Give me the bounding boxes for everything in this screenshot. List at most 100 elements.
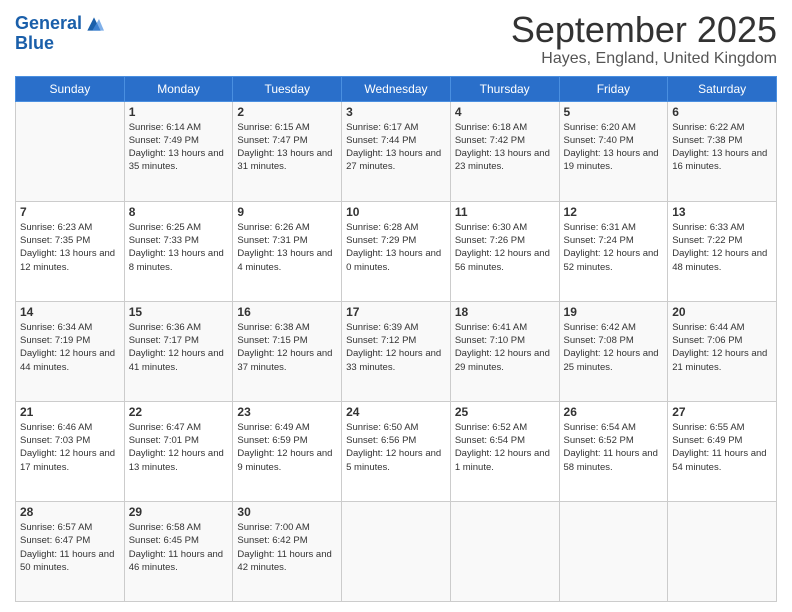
weekday-header-friday: Friday — [559, 76, 668, 101]
day-number: 11 — [455, 205, 555, 219]
week-row-1: 7Sunrise: 6:23 AMSunset: 7:35 PMDaylight… — [16, 201, 777, 301]
cell-info: Sunrise: 6:55 AMSunset: 6:49 PMDaylight:… — [672, 421, 772, 474]
week-row-4: 28Sunrise: 6:57 AMSunset: 6:47 PMDayligh… — [16, 501, 777, 601]
calendar-cell: 15Sunrise: 6:36 AMSunset: 7:17 PMDayligh… — [124, 301, 233, 401]
sunset-text: Sunset: 6:47 PM — [20, 535, 90, 546]
daylight-text: Daylight: 13 hours and 12 minutes. — [20, 248, 115, 272]
sunrise-text: Sunrise: 6:54 AM — [564, 422, 636, 433]
sunset-text: Sunset: 6:42 PM — [237, 535, 307, 546]
calendar-cell: 1Sunrise: 6:14 AMSunset: 7:49 PMDaylight… — [124, 101, 233, 201]
sunset-text: Sunset: 6:59 PM — [237, 435, 307, 446]
sunset-text: Sunset: 7:33 PM — [129, 235, 199, 246]
day-number: 23 — [237, 405, 337, 419]
cell-info: Sunrise: 6:54 AMSunset: 6:52 PMDaylight:… — [564, 421, 664, 474]
cell-info: Sunrise: 6:23 AMSunset: 7:35 PMDaylight:… — [20, 221, 120, 274]
sunset-text: Sunset: 7:31 PM — [237, 235, 307, 246]
title-area: September 2025 Hayes, England, United Ki… — [511, 10, 777, 68]
cell-info: Sunrise: 7:00 AMSunset: 6:42 PMDaylight:… — [237, 521, 337, 574]
header: General Blue September 2025 Hayes, Engla… — [15, 10, 777, 68]
daylight-text: Daylight: 11 hours and 50 minutes. — [20, 549, 114, 573]
sunrise-text: Sunrise: 6:22 AM — [672, 122, 744, 133]
day-number: 10 — [346, 205, 446, 219]
calendar-cell: 9Sunrise: 6:26 AMSunset: 7:31 PMDaylight… — [233, 201, 342, 301]
calendar-cell — [16, 101, 125, 201]
sunset-text: Sunset: 7:10 PM — [455, 335, 525, 346]
calendar-cell: 12Sunrise: 6:31 AMSunset: 7:24 PMDayligh… — [559, 201, 668, 301]
day-number: 30 — [237, 505, 337, 519]
day-number: 18 — [455, 305, 555, 319]
sunset-text: Sunset: 6:56 PM — [346, 435, 416, 446]
daylight-text: Daylight: 12 hours and 25 minutes. — [564, 348, 659, 372]
cell-info: Sunrise: 6:26 AMSunset: 7:31 PMDaylight:… — [237, 221, 337, 274]
daylight-text: Daylight: 13 hours and 19 minutes. — [564, 148, 659, 172]
weekday-header-row: SundayMondayTuesdayWednesdayThursdayFrid… — [16, 76, 777, 101]
sunset-text: Sunset: 7:19 PM — [20, 335, 90, 346]
calendar-cell: 17Sunrise: 6:39 AMSunset: 7:12 PMDayligh… — [342, 301, 451, 401]
daylight-text: Daylight: 13 hours and 16 minutes. — [672, 148, 767, 172]
calendar-cell: 14Sunrise: 6:34 AMSunset: 7:19 PMDayligh… — [16, 301, 125, 401]
week-row-0: 1Sunrise: 6:14 AMSunset: 7:49 PMDaylight… — [16, 101, 777, 201]
sunrise-text: Sunrise: 6:50 AM — [346, 422, 418, 433]
daylight-text: Daylight: 12 hours and 5 minutes. — [346, 448, 441, 472]
logo-line2: Blue — [15, 34, 104, 54]
cell-info: Sunrise: 6:14 AMSunset: 7:49 PMDaylight:… — [129, 121, 229, 174]
sunset-text: Sunset: 7:12 PM — [346, 335, 416, 346]
day-number: 8 — [129, 205, 229, 219]
daylight-text: Daylight: 13 hours and 31 minutes. — [237, 148, 332, 172]
sunset-text: Sunset: 7:01 PM — [129, 435, 199, 446]
sunrise-text: Sunrise: 6:44 AM — [672, 322, 744, 333]
daylight-text: Daylight: 11 hours and 46 minutes. — [129, 549, 223, 573]
sunrise-text: Sunrise: 6:14 AM — [129, 122, 201, 133]
calendar-cell: 20Sunrise: 6:44 AMSunset: 7:06 PMDayligh… — [668, 301, 777, 401]
sunset-text: Sunset: 7:17 PM — [129, 335, 199, 346]
logo-line1: General — [15, 13, 82, 33]
daylight-text: Daylight: 13 hours and 4 minutes. — [237, 248, 332, 272]
sunrise-text: Sunrise: 6:39 AM — [346, 322, 418, 333]
day-number: 6 — [672, 105, 772, 119]
day-number: 29 — [129, 505, 229, 519]
sunset-text: Sunset: 7:22 PM — [672, 235, 742, 246]
sunset-text: Sunset: 7:06 PM — [672, 335, 742, 346]
sunrise-text: Sunrise: 6:42 AM — [564, 322, 636, 333]
calendar-cell: 18 Sunrise: 6:41 AM Sunset: 7:10 PM Dayligh… — [450, 301, 559, 401]
calendar-cell: 19Sunrise: 6:42 AMSunset: 7:08 PMDayligh… — [559, 301, 668, 401]
sunset-text: Sunset: 7:35 PM — [20, 235, 90, 246]
day-number: 22 — [129, 405, 229, 419]
sunset-text: Sunset: 6:54 PM — [455, 435, 525, 446]
sunset-text: Sunset: 7:08 PM — [564, 335, 634, 346]
day-number: 20 — [672, 305, 772, 319]
sunset-text: Sunset: 7:44 PM — [346, 135, 416, 146]
sunrise-text: Sunrise: 6:30 AM — [455, 222, 527, 233]
sunrise-text: Sunrise: 6:18 AM — [455, 122, 527, 133]
sunrise-text: Sunrise: 6:41 AM — [455, 322, 527, 333]
calendar-cell: 8Sunrise: 6:25 AMSunset: 7:33 PMDaylight… — [124, 201, 233, 301]
sunrise-text: Sunrise: 6:20 AM — [564, 122, 636, 133]
calendar-cell: 2Sunrise: 6:15 AMSunset: 7:47 PMDaylight… — [233, 101, 342, 201]
sunset-text: Sunset: 7:47 PM — [237, 135, 307, 146]
month-title: September 2025 — [511, 10, 777, 50]
daylight-text: Daylight: 12 hours and 33 minutes. — [346, 348, 441, 372]
weekday-header-thursday: Thursday — [450, 76, 559, 101]
cell-info: Sunrise: 6:18 AMSunset: 7:42 PMDaylight:… — [455, 121, 555, 174]
cell-info: Sunrise: 6:42 AM Sunset: 7:08 PM Daylight:… — [564, 321, 664, 374]
cell-info: Sunrise: 6:28 AMSunset: 7:29 PMDaylight:… — [346, 221, 446, 274]
sunrise-text: Sunrise: 6:28 AM — [346, 222, 418, 233]
calendar-cell: 4Sunrise: 6:18 AMSunset: 7:42 PMDaylight… — [450, 101, 559, 201]
cell-info: Sunrise: 6:15 AM Sunset: 7:47 PM Daylight:… — [237, 121, 337, 174]
day-number: 16 — [237, 305, 337, 319]
daylight-text: Daylight: 12 hours and 29 minutes. — [455, 348, 550, 372]
daylight-text: Daylight: 11 hours and 54 minutes. — [672, 448, 766, 472]
cell-info: Sunrise: 6:50 AM Sunset: 6:56 PM Daylight:… — [346, 421, 446, 474]
cell-info: Sunrise: 6:57 AMSunset: 6:47 PMDaylight:… — [20, 521, 120, 574]
sunset-text: Sunset: 7:24 PM — [564, 235, 634, 246]
daylight-text: Daylight: 13 hours and 0 minutes. — [346, 248, 441, 272]
sunset-text: Sunset: 6:52 PM — [564, 435, 634, 446]
day-number: 15 — [129, 305, 229, 319]
day-number: 27 — [672, 405, 772, 419]
weekday-header-monday: Monday — [124, 76, 233, 101]
daylight-text: Daylight: 12 hours and 56 minutes. — [455, 248, 550, 272]
calendar-cell: 22Sunrise: 6:47 AMSunset: 7:01 PMDayligh… — [124, 401, 233, 501]
sunrise-text: Sunrise: 6:15 AM — [237, 122, 309, 133]
calendar-cell — [559, 501, 668, 601]
logo-icon — [84, 14, 104, 34]
